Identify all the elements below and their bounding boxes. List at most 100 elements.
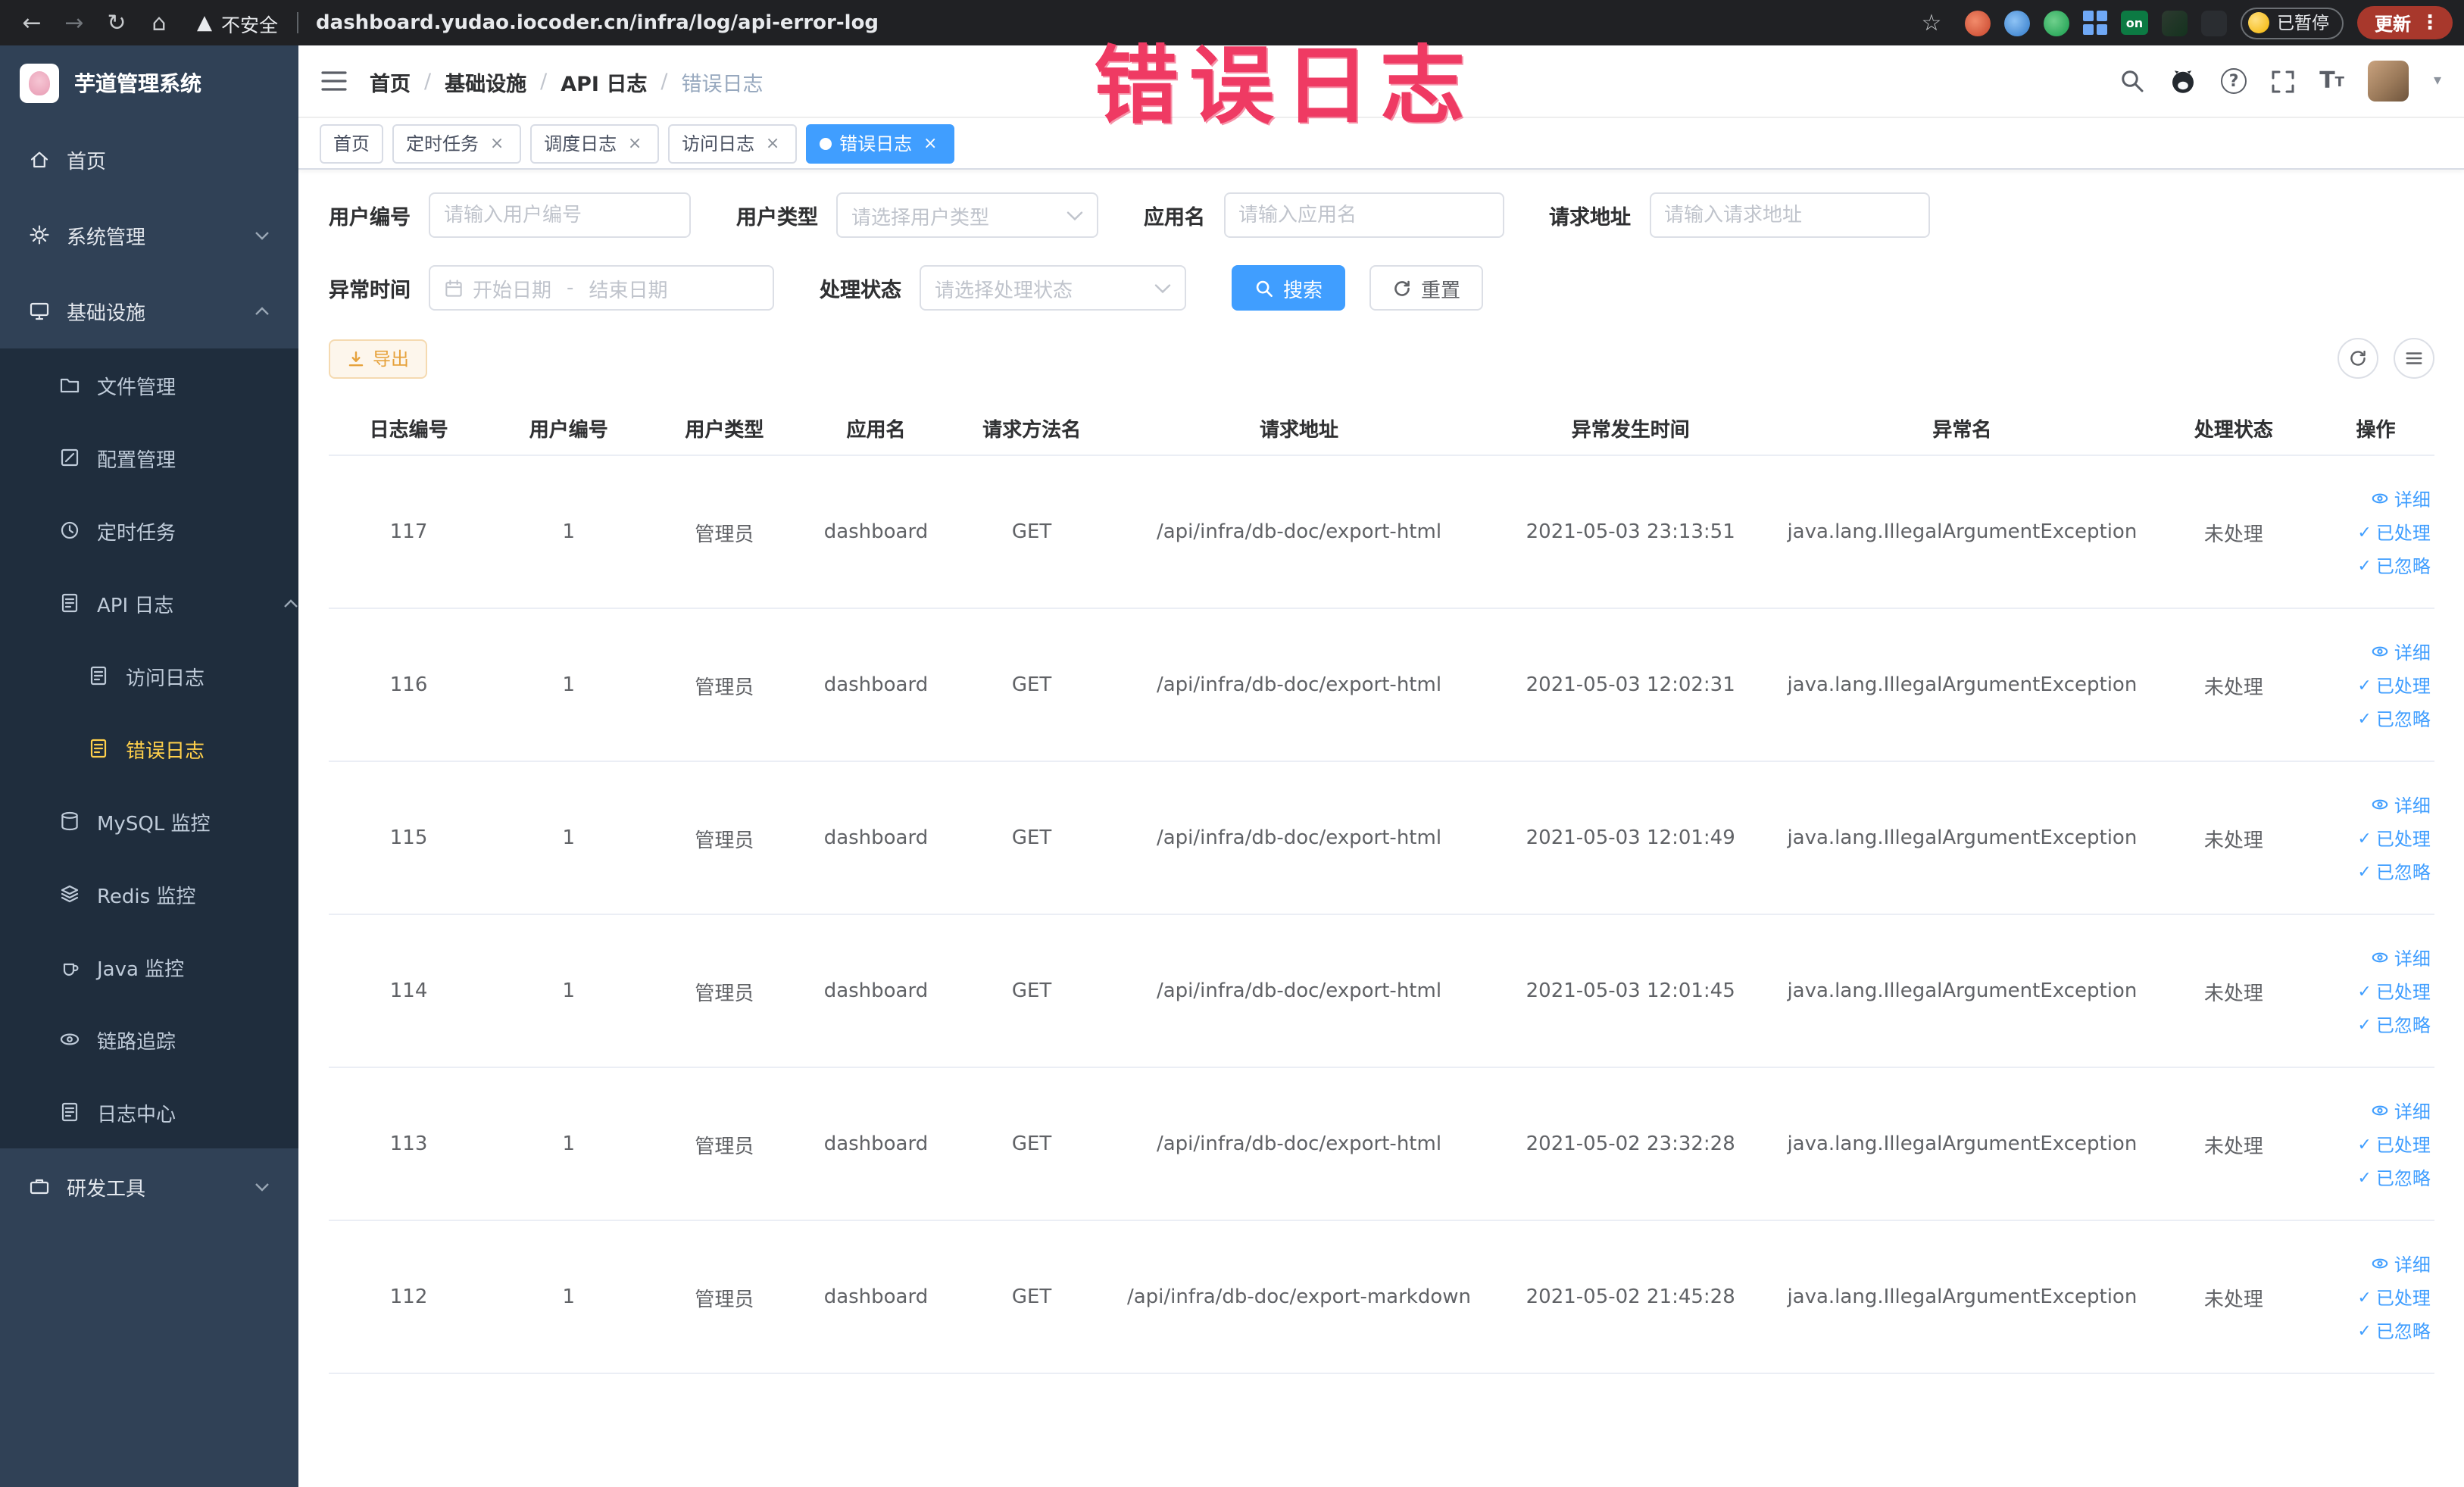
browser-toolbar: ← → ↻ ⌂ ▲ 不安全 dashboard.yudao.iocoder.cn… <box>0 0 2464 45</box>
mark-ignored-link[interactable]: ✓ 已忽略 <box>2357 552 2430 578</box>
mark-ignored-link[interactable]: ✓ 已忽略 <box>2357 1164 2430 1190</box>
extension-icon-paw[interactable] <box>2200 10 2227 36</box>
tab-scheduled-tasks[interactable]: 定时任务 × <box>392 123 522 163</box>
hamburger-icon[interactable] <box>321 70 347 92</box>
extension-icon-blue[interactable] <box>2003 10 2030 36</box>
close-icon[interactable]: × <box>920 133 941 154</box>
extension-icon-green[interactable] <box>2043 10 2069 36</box>
folder-icon <box>59 374 80 395</box>
mark-processed-link[interactable]: ✓ 已处理 <box>2357 519 2430 545</box>
search-icon <box>1256 280 1273 296</box>
user-avatar[interactable] <box>2368 61 2409 102</box>
mark-processed-link[interactable]: ✓ 已处理 <box>2357 978 2430 1004</box>
breadcrumb-api-logs[interactable]: API 日志 <box>561 66 647 96</box>
mark-ignored-link[interactable]: ✓ 已忽略 <box>2357 705 2430 731</box>
column-settings-button[interactable] <box>2393 338 2434 379</box>
mark-ignored-link[interactable]: ✓ 已忽略 <box>2357 858 2430 884</box>
sidebar-item-error-logs[interactable]: 错误日志 <box>0 712 298 785</box>
sidebar-item-java-monitor[interactable]: Java 监控 <box>0 930 298 1003</box>
user-type-select[interactable]: 请选择用户类型 <box>836 192 1098 238</box>
font-size-icon[interactable]: TT <box>2319 69 2344 92</box>
sidebar-item-log-center[interactable]: 日志中心 <box>0 1076 298 1148</box>
extension-icon-grid[interactable] <box>2082 11 2107 35</box>
user-id-input[interactable] <box>429 192 691 238</box>
tab-schedule-logs[interactable]: 调度日志 × <box>530 123 660 163</box>
tab-access-logs[interactable]: 访问日志 × <box>668 123 798 163</box>
detail-link[interactable]: 详细 <box>2372 1251 2431 1276</box>
github-icon[interactable] <box>2169 67 2197 95</box>
sidebar-item-dev-tools[interactable]: 研发工具 <box>0 1148 298 1224</box>
home-icon[interactable]: ⌂ <box>139 5 179 41</box>
reset-button[interactable]: 重置 <box>1369 265 1484 311</box>
sidebar-item-access-logs[interactable]: 访问日志 <box>0 639 298 712</box>
refresh-icon <box>1394 280 1410 295</box>
cell-exception-time: 2021-05-02 21:45:28 <box>1526 1286 1735 1308</box>
sidebar-item-infrastructure[interactable]: 基础设施 <box>0 273 298 348</box>
security-indicator[interactable]: ▲ 不安全 <box>197 8 278 37</box>
reload-icon[interactable]: ↻ <box>97 5 136 41</box>
detail-link[interactable]: 详细 <box>2372 486 2431 511</box>
divider <box>296 12 298 33</box>
cell-app-name: dashboard <box>823 826 929 849</box>
mark-ignored-link[interactable]: ✓ 已忽略 <box>2357 1011 2430 1037</box>
mark-processed-link[interactable]: ✓ 已处理 <box>2357 672 2430 698</box>
check-icon: ✓ <box>2357 1134 2372 1154</box>
refresh-icon <box>2350 350 2365 366</box>
search-button[interactable]: 搜索 <box>1232 265 1346 311</box>
detail-link[interactable]: 详细 <box>2372 792 2431 817</box>
detail-link[interactable]: 详细 <box>2372 1098 2431 1123</box>
extension-icon-leaf[interactable] <box>2161 10 2188 36</box>
close-icon[interactable]: × <box>486 133 507 154</box>
refresh-button[interactable] <box>2337 338 2378 379</box>
forward-icon[interactable]: → <box>55 5 94 41</box>
sidebar-item-config-management[interactable]: 配置管理 <box>0 421 298 494</box>
address-bar[interactable]: dashboard.yudao.iocoder.cn/infra/log/api… <box>316 11 879 34</box>
chrome-update-button[interactable]: 更新 ⋮ <box>2357 6 2452 39</box>
cell-app-name: dashboard <box>823 1286 929 1308</box>
chevron-down-icon[interactable]: ▾ <box>2434 73 2441 89</box>
app-logo[interactable]: 芋道管理系统 <box>0 45 298 121</box>
sidebar-item-api-logs[interactable]: API 日志 <box>0 567 298 639</box>
help-icon[interactable]: ? <box>2221 68 2247 94</box>
table-row: 117 1 管理员 dashboard GET /api/infra/db-do… <box>329 456 2434 609</box>
sidebar-item-redis-monitor[interactable]: Redis 监控 <box>0 858 298 930</box>
mark-processed-link[interactable]: ✓ 已处理 <box>2357 825 2430 851</box>
process-status-select[interactable]: 请选择处理状态 <box>920 265 1186 311</box>
bookmark-star-icon[interactable]: ☆ <box>1912 5 1951 41</box>
breadcrumb-infrastructure[interactable]: 基础设施 <box>445 66 526 96</box>
app-name-input[interactable] <box>1223 192 1504 238</box>
date-range-picker[interactable]: 开始日期 - 结束日期 <box>429 265 774 311</box>
sidebar-item-mysql-monitor[interactable]: MySQL 监控 <box>0 785 298 858</box>
fullscreen-icon[interactable] <box>2271 69 2295 93</box>
detail-link[interactable]: 详细 <box>2372 639 2431 664</box>
close-icon[interactable]: × <box>762 133 783 154</box>
sidebar-item-home[interactable]: 首页 <box>0 121 298 197</box>
detail-link[interactable]: 详细 <box>2372 945 2431 970</box>
export-button[interactable]: 导出 <box>329 339 428 378</box>
request-url-input[interactable] <box>1649 192 1929 238</box>
extension-icon-red[interactable] <box>1964 10 1991 36</box>
tab-home[interactable]: 首页 <box>320 123 384 163</box>
mark-processed-link[interactable]: ✓ 已处理 <box>2357 1284 2430 1310</box>
security-label: 不安全 <box>221 13 279 36</box>
cell-request-url: /api/infra/db-doc/export-html <box>1156 826 1442 849</box>
infrastructure-submenu: 文件管理 配置管理 定时任务 API 日志 访问日志 错误日志 MySQL 监控… <box>0 348 298 1148</box>
sidebar-item-file-management[interactable]: 文件管理 <box>0 348 298 421</box>
sidebar-item-scheduled-tasks[interactable]: 定时任务 <box>0 494 298 567</box>
mark-processed-link[interactable]: ✓ 已处理 <box>2357 1131 2430 1157</box>
process-status-label: 处理状态 <box>820 279 901 303</box>
breadcrumb-home[interactable]: 首页 <box>370 66 411 96</box>
sidebar-item-link-tracing[interactable]: 链路追踪 <box>0 1003 298 1076</box>
search-icon[interactable] <box>2119 68 2145 94</box>
mark-ignored-link[interactable]: ✓ 已忽略 <box>2357 1317 2430 1343</box>
download-icon <box>348 350 364 366</box>
extension-icon-on[interactable]: on <box>2120 11 2148 35</box>
eye-icon <box>2372 952 2389 963</box>
back-icon[interactable]: ← <box>12 5 52 41</box>
tab-error-logs[interactable]: 错误日志 × <box>806 123 955 163</box>
app-name-label: 应用名 <box>1144 206 1205 230</box>
sidebar-item-system[interactable]: 系统管理 <box>0 197 298 273</box>
close-icon[interactable]: × <box>624 133 645 154</box>
check-icon: ✓ <box>2357 828 2372 848</box>
tampermonkey-paused-badge[interactable]: 已暂停 <box>2240 7 2344 39</box>
